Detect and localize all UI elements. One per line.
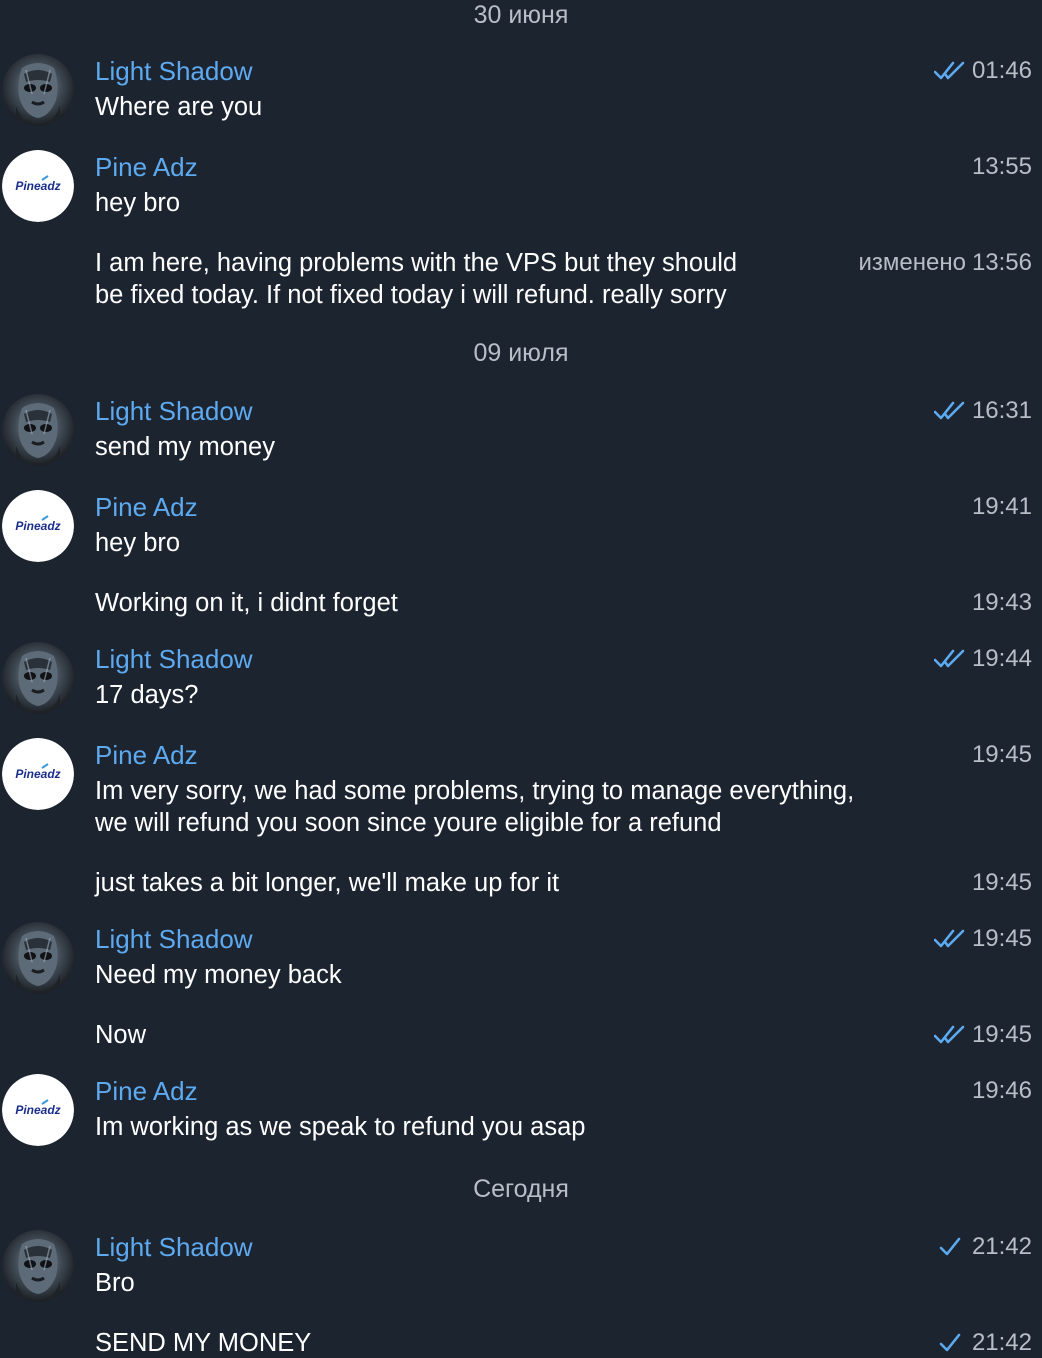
message-text: hey bro: [95, 189, 181, 217]
message-time: 13:55: [971, 153, 1032, 180]
sender-name[interactable]: Light Shadow: [95, 395, 253, 427]
message-meta: 19:44: [934, 643, 1032, 675]
message-text: SEND MY MONEY: [95, 1329, 312, 1357]
message-text: Im very sorry, we had some problems, try…: [95, 777, 855, 805]
message-text: Now: [95, 1021, 147, 1049]
message-text: just takes a bit longer, we'll make up f…: [95, 869, 560, 897]
message-time: 19:45: [971, 1021, 1032, 1048]
avatar[interactable]: [2, 394, 74, 466]
message-time: 19:44: [971, 645, 1032, 672]
sender-name[interactable]: Light Shadow: [95, 1231, 253, 1263]
avatar[interactable]: Pineadz: [2, 490, 74, 562]
message-meta: 19:43: [972, 587, 1032, 619]
message-meta: 19:45: [934, 1019, 1032, 1051]
message-text: hey bro: [95, 529, 181, 557]
sender-name[interactable]: Pine Adz: [95, 739, 198, 771]
date-separator: 30 июня: [473, 1, 569, 29]
message-meta: 21:42: [934, 1327, 1032, 1358]
message-time: 01:46: [971, 57, 1032, 84]
double-check-icon: [934, 400, 966, 422]
message-time: 13:56: [971, 249, 1032, 276]
message-meta: 19:45: [972, 867, 1032, 899]
message-meta: изменено 13:56: [858, 247, 1032, 279]
message-time: 16:31: [971, 397, 1032, 424]
message-time: 21:42: [971, 1329, 1032, 1356]
avatar[interactable]: Pineadz: [2, 738, 74, 810]
message-time: 19:45: [971, 925, 1032, 952]
single-check-icon: [934, 1332, 966, 1354]
date-separator: Сегодня: [473, 1175, 569, 1203]
double-check-icon: [934, 1024, 966, 1046]
double-check-icon: [934, 648, 966, 670]
message-time: 19:45: [971, 869, 1032, 896]
message-time: 19:45: [971, 741, 1032, 768]
date-separator: 09 июля: [473, 339, 569, 367]
message-text: Need my money back: [95, 961, 342, 989]
single-check-icon: [934, 1236, 966, 1258]
message-meta: 19:45: [972, 739, 1032, 771]
pine-logo: Pineadz: [15, 767, 60, 781]
message-text: Where are you: [95, 93, 263, 121]
message-meta: 01:46: [934, 55, 1032, 87]
message-meta: 21:42: [934, 1231, 1032, 1263]
message-time: 19:41: [971, 493, 1032, 520]
sender-name[interactable]: Pine Adz: [95, 1075, 198, 1107]
message-meta: 13:55: [972, 151, 1032, 183]
avatar[interactable]: Pineadz: [2, 1074, 74, 1146]
pine-logo: Pineadz: [15, 519, 60, 533]
avatar[interactable]: [2, 922, 74, 994]
double-check-icon: [934, 60, 966, 82]
message-time: 21:42: [971, 1233, 1032, 1260]
message-text: I am here, having problems with the VPS …: [95, 249, 738, 277]
avatar[interactable]: [2, 54, 74, 126]
avatar[interactable]: [2, 642, 74, 714]
message-text: 17 days?: [95, 681, 199, 709]
avatar[interactable]: Pineadz: [2, 150, 74, 222]
message-text: we will refund you soon since youre elig…: [95, 809, 722, 837]
message-meta: 19:46: [972, 1075, 1032, 1107]
message-text: Im working as we speak to refund you asa…: [95, 1113, 586, 1141]
message-text: Working on it, i didnt forget: [95, 589, 398, 617]
sender-name[interactable]: Pine Adz: [95, 151, 198, 183]
sender-name[interactable]: Light Shadow: [95, 923, 253, 955]
sender-name[interactable]: Light Shadow: [95, 643, 253, 675]
sender-name[interactable]: Pine Adz: [95, 491, 198, 523]
message-text: send my money: [95, 433, 275, 461]
message-meta: 19:41: [972, 491, 1032, 523]
avatar[interactable]: [2, 1230, 74, 1302]
message-meta: 19:45: [934, 923, 1032, 955]
message-time: 19:43: [971, 589, 1032, 616]
pine-logo: Pineadz: [15, 179, 60, 193]
message-meta: 16:31: [934, 395, 1032, 427]
edited-label: изменено: [858, 249, 966, 276]
message-time: 19:46: [971, 1077, 1032, 1104]
message-text: be fixed today. If not fixed today i wil…: [95, 281, 727, 309]
pine-logo: Pineadz: [15, 1103, 60, 1117]
double-check-icon: [934, 928, 966, 950]
sender-name[interactable]: Light Shadow: [95, 55, 253, 87]
message-text: Bro: [95, 1269, 135, 1297]
